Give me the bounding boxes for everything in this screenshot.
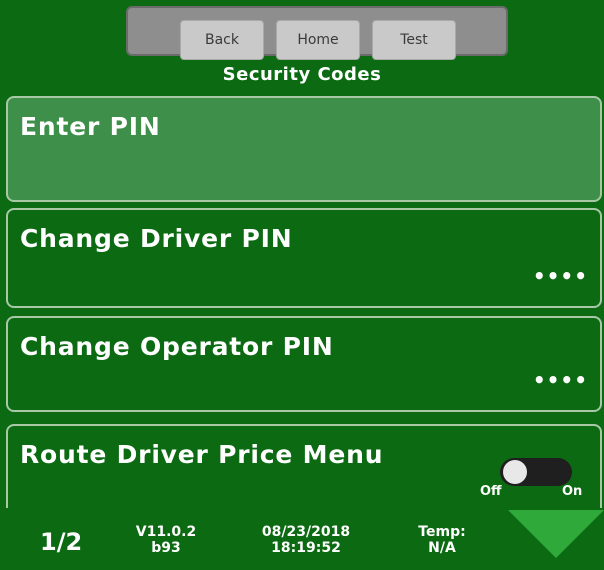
page-title: Security Codes <box>222 64 382 85</box>
security-codes-screen: Back Home Test Security Codes Enter PIN … <box>0 0 604 570</box>
menu-item-change-driver-pin[interactable]: Change Driver PIN •••• <box>6 208 602 308</box>
home-button[interactable]: Home <box>276 20 360 60</box>
build-number: b93 <box>151 540 181 556</box>
temp-label: Temp: <box>418 524 466 540</box>
menu-item-enter-pin[interactable]: Enter PIN <box>6 96 602 202</box>
toggle-knob[interactable] <box>503 460 527 484</box>
temperature: Temp: N/A <box>402 524 482 556</box>
back-button[interactable]: Back <box>180 20 264 60</box>
version-info: V11.0.2 b93 <box>124 524 208 556</box>
test-button[interactable]: Test <box>372 20 456 60</box>
page-down-arrow-icon[interactable] <box>508 510 604 558</box>
menu-item-change-operator-pin[interactable]: Change Operator PIN •••• <box>6 316 602 412</box>
toggle-off-label: Off <box>480 484 502 499</box>
time-text: 18:19:52 <box>271 540 341 556</box>
temp-value: N/A <box>428 540 456 556</box>
date-time: 08/23/2018 18:19:52 <box>236 524 376 556</box>
page-indicator: 1/2 <box>40 528 83 556</box>
date-text: 08/23/2018 <box>261 524 351 540</box>
masked-pin-value: •••• <box>532 368 588 392</box>
menu-item-label: Enter PIN <box>20 112 161 141</box>
menu-item-label: Route Driver Price Menu <box>20 440 384 469</box>
menu-item-label: Change Operator PIN <box>20 332 334 361</box>
masked-pin-value: •••• <box>532 264 588 288</box>
price-menu-toggle[interactable] <box>500 458 572 486</box>
menu-item-label: Change Driver PIN <box>20 224 293 253</box>
version-number: V11.0.2 <box>135 524 197 540</box>
toggle-on-label: On <box>562 484 583 499</box>
